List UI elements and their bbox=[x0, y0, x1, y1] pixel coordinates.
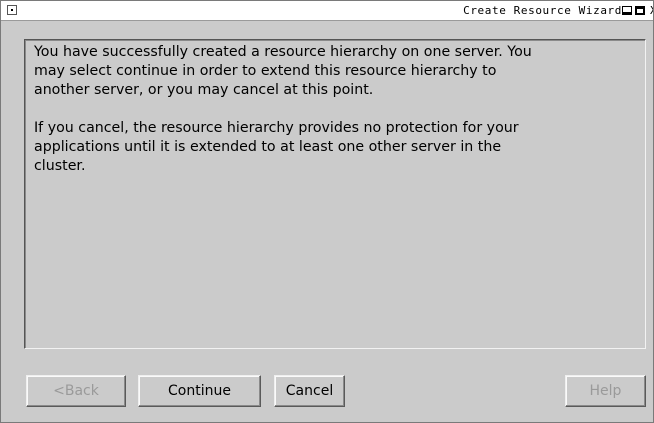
message-paragraph-success: You have successfully created a resource… bbox=[34, 44, 532, 98]
close-icon[interactable]: X bbox=[650, 5, 653, 17]
back-button[interactable]: <Back bbox=[26, 375, 126, 407]
message-panel: You have successfully created a resource… bbox=[24, 39, 646, 349]
maximize-icon[interactable] bbox=[635, 6, 645, 15]
title-bar[interactable]: Create Resource Wizard X bbox=[1, 1, 653, 21]
cancel-button[interactable]: Cancel bbox=[274, 375, 345, 407]
window-title: Create Resource Wizard bbox=[463, 4, 622, 17]
minimize-icon[interactable] bbox=[622, 6, 632, 15]
message-text: You have successfully created a resource… bbox=[34, 43, 640, 195]
message-paragraph-cancel-warning: If you cancel, the resource hierarchy pr… bbox=[34, 120, 519, 174]
wizard-window: Create Resource Wizard X You have succes… bbox=[0, 0, 654, 423]
continue-button[interactable]: Continue bbox=[138, 375, 261, 407]
system-menu-icon[interactable] bbox=[7, 5, 17, 15]
help-button[interactable]: Help bbox=[565, 375, 646, 407]
